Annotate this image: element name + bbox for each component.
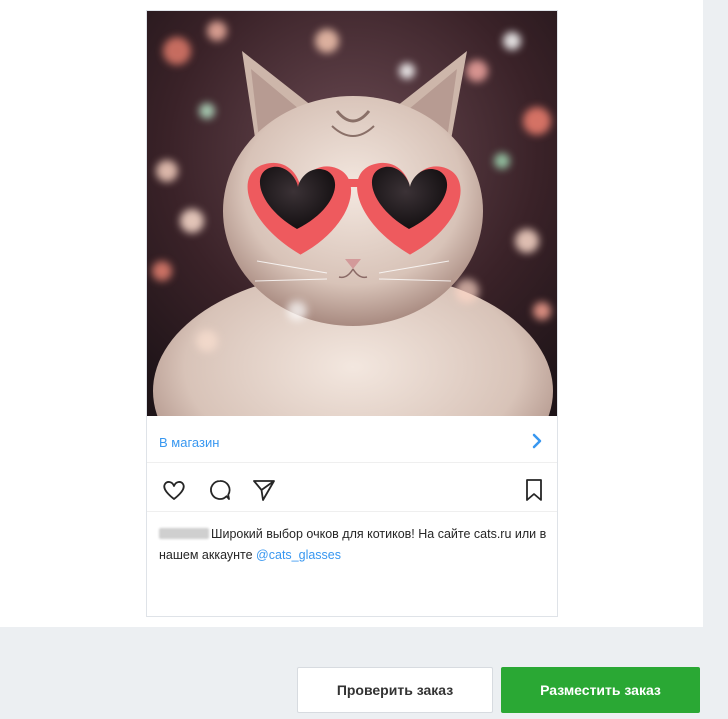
place-order-button[interactable]: Разместить заказ bbox=[501, 667, 700, 713]
caption-text: Широкий выбор очков для котиков! На сайт… bbox=[159, 527, 547, 562]
shop-row[interactable]: В магазин bbox=[147, 423, 557, 463]
right-gutter bbox=[703, 0, 728, 627]
check-order-button[interactable]: Проверить заказ bbox=[297, 667, 493, 713]
blurred-username bbox=[159, 528, 209, 539]
post-actions bbox=[147, 468, 557, 512]
shop-link[interactable]: В магазин bbox=[159, 435, 219, 450]
account-mention-link[interactable]: @cats_glasses bbox=[256, 548, 341, 562]
instagram-post-preview: В магазин Широкий выбор очков для котико… bbox=[146, 10, 558, 617]
chevron-right-icon[interactable] bbox=[527, 431, 547, 451]
share-icon[interactable] bbox=[251, 477, 277, 503]
comment-icon[interactable] bbox=[207, 477, 233, 503]
cat-photo bbox=[147, 11, 557, 416]
bookmark-icon[interactable] bbox=[521, 477, 547, 503]
heart-icon[interactable] bbox=[161, 477, 187, 503]
post-image bbox=[147, 11, 557, 416]
post-caption: Широкий выбор очков для котиков! На сайт… bbox=[159, 524, 549, 566]
